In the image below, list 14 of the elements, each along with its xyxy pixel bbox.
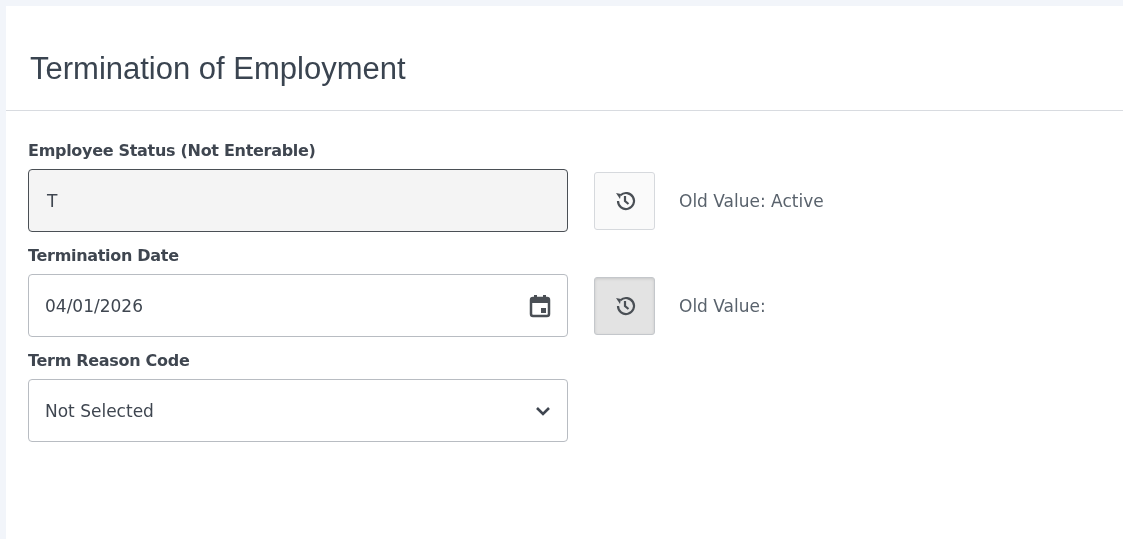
field-label: Employee Status (Not Enterable) — [28, 141, 317, 160]
chevron-down-icon — [535, 405, 551, 416]
old-value-text: Old Value: — [679, 295, 766, 316]
field-value: Not Selected — [45, 400, 154, 421]
history-button[interactable] — [594, 276, 655, 335]
field-value: T — [47, 190, 58, 211]
field-label: Termination Date — [28, 246, 180, 265]
calendar-icon[interactable] — [529, 293, 551, 318]
select-field[interactable]: Not Selected — [28, 379, 568, 442]
field-value: 04/01/2026 — [45, 295, 143, 316]
field-label: Term Reason Code — [28, 351, 191, 370]
date-field[interactable]: 04/01/2026 — [28, 274, 568, 337]
section-title: Termination of Employment — [29, 50, 407, 88]
old-value-text: Old Value: Active — [679, 190, 824, 211]
